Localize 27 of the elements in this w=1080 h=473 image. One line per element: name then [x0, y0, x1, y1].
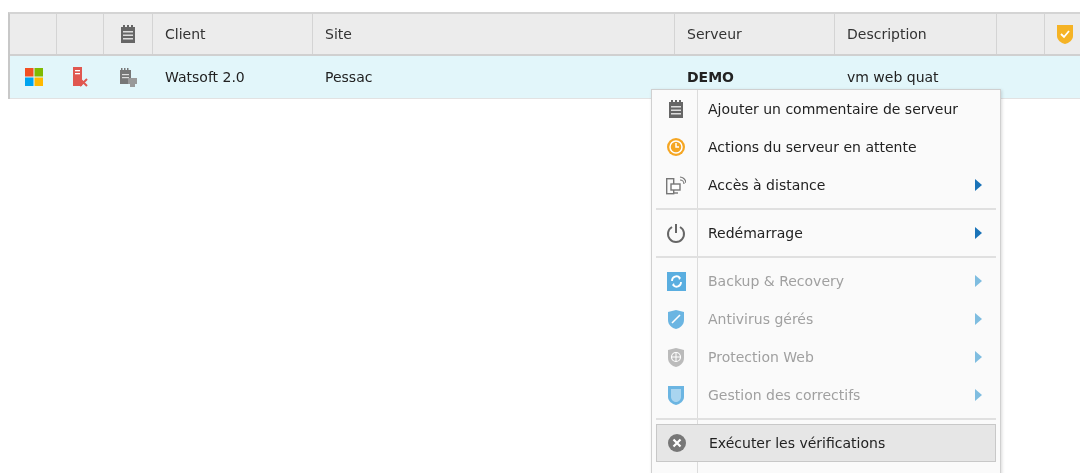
table-row[interactable]: Watsoft 2.0 Pessac DEMO vm web quat [10, 56, 1080, 99]
notes-icon [669, 100, 683, 118]
column-header[interactable]: Description [847, 26, 927, 42]
monitor-notes-icon [120, 67, 137, 87]
notes-icon [121, 25, 135, 43]
clock-icon [667, 138, 685, 156]
globe-shield-icon [668, 347, 684, 367]
column-header[interactable]: Serveur [687, 26, 742, 42]
table-cell: vm web quat [847, 69, 939, 85]
column-header[interactable]: Client [165, 26, 206, 42]
power-icon [666, 223, 686, 243]
table-cell: Pessac [325, 69, 373, 85]
menu-item[interactable]: Actions du serveur en attente [656, 128, 996, 166]
refresh-icon [666, 271, 686, 291]
menu-item[interactable]: Exécuter les vérifications [656, 424, 996, 462]
server-error-icon [73, 67, 88, 87]
windows-icon [24, 68, 43, 86]
remote-screen-icon [666, 175, 686, 195]
table-cell: Watsoft 2.0 [165, 69, 245, 85]
table-cell: DEMO [687, 69, 735, 85]
shield-icon [668, 309, 684, 329]
menu-item[interactable]: Redémarrage [656, 214, 996, 252]
shield-check-icon [1057, 24, 1073, 44]
close-circle-icon [668, 434, 686, 452]
shield-icon [668, 385, 684, 405]
column-header[interactable]: Site [325, 26, 352, 42]
menu-item[interactable]: Accès à distance [656, 166, 996, 204]
